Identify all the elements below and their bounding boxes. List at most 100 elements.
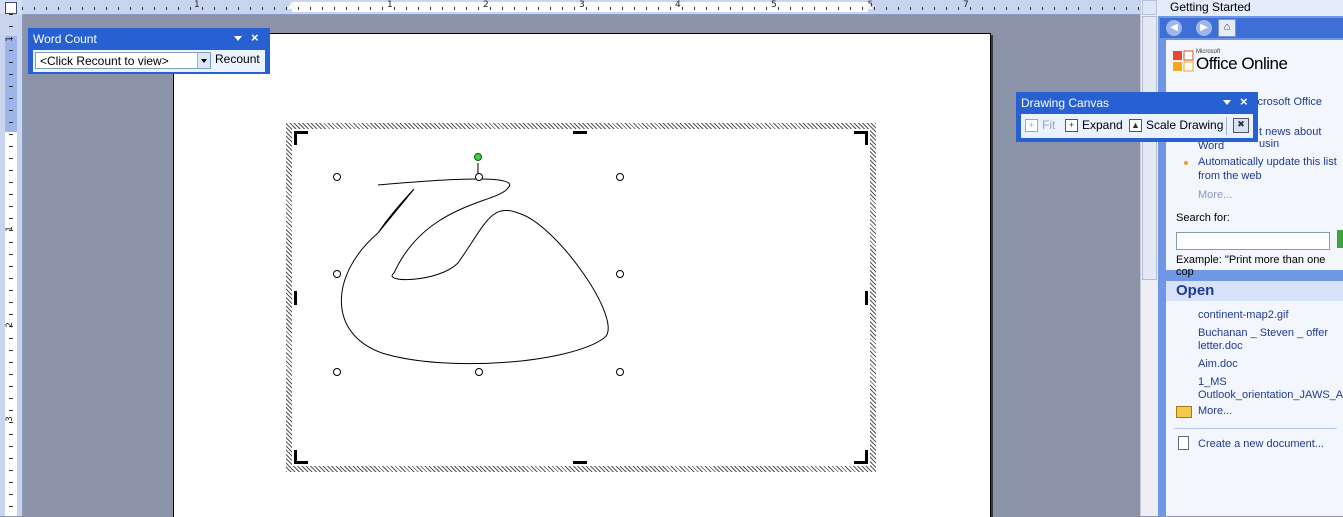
link-auto-update-2[interactable]: from the web xyxy=(1198,170,1262,182)
recent-file[interactable]: Buchanan _ Steven _ offer xyxy=(1198,327,1328,339)
scale-drawing-icon: ▲ xyxy=(1129,119,1142,132)
forward-icon[interactable]: ▶ xyxy=(1196,20,1212,36)
vertical-ruler[interactable]: 1 1 2 3 xyxy=(0,14,23,516)
search-input[interactable] xyxy=(1176,232,1330,250)
more-files-link[interactable]: More... xyxy=(1198,405,1232,417)
ruler-tick xyxy=(46,7,47,10)
ruler-tick xyxy=(9,14,13,15)
ruler-tick xyxy=(9,470,13,471)
ruler-tick xyxy=(202,7,203,10)
ruler-tick xyxy=(9,254,13,255)
ruler-tick xyxy=(9,86,13,87)
scroll-up-button[interactable] xyxy=(1142,0,1157,15)
close-icon[interactable]: × xyxy=(1240,94,1248,109)
selection-handle[interactable] xyxy=(333,173,341,181)
fit-icon: + xyxy=(1025,119,1038,132)
ruler-tick xyxy=(9,302,13,303)
link-news-word[interactable]: t news about usin xyxy=(1259,126,1343,150)
ruler-tick xyxy=(9,62,13,63)
text-wrapping-icon[interactable]: ✖ xyxy=(1233,118,1249,133)
ruler-tick xyxy=(598,7,599,10)
ruler-tick xyxy=(9,242,13,243)
ruler-tick xyxy=(142,7,143,10)
selection-handle[interactable] xyxy=(475,173,483,181)
ruler-tick xyxy=(382,7,383,10)
selection-handle[interactable] xyxy=(616,270,624,278)
ruler-tick xyxy=(9,338,13,339)
ruler-tick xyxy=(34,7,35,10)
ruler-tick xyxy=(9,98,13,99)
link-auto-update[interactable]: Automatically update this list xyxy=(1198,156,1337,168)
selection-handle[interactable] xyxy=(333,270,341,278)
ruler-tick xyxy=(838,7,839,10)
link-microsoft-office[interactable]: icrosoft Office xyxy=(1255,96,1322,108)
ruler-tick xyxy=(886,7,887,10)
search-go-button[interactable] xyxy=(1337,230,1343,248)
back-icon[interactable]: ◀ xyxy=(1166,20,1182,36)
selection-handle[interactable] xyxy=(616,368,624,376)
task-pane-title[interactable]: Getting Started xyxy=(1158,0,1343,16)
recent-file[interactable]: 1_MS xyxy=(1198,376,1227,388)
ruler-tick xyxy=(490,7,491,10)
link-more[interactable]: More... xyxy=(1198,189,1232,201)
ruler-tick xyxy=(910,7,911,10)
toolbar-options-icon[interactable] xyxy=(1223,100,1231,105)
recent-file[interactable]: continent-map2.gif xyxy=(1198,309,1289,321)
ruler-tick xyxy=(418,7,419,10)
ruler-tick xyxy=(94,7,95,10)
toolbar-options-icon[interactable] xyxy=(234,36,242,41)
rotation-handle[interactable] xyxy=(474,153,482,161)
ruler-tick xyxy=(370,7,371,10)
word-count-toolbar[interactable]: Word Count × <Click Recount to view> Rec… xyxy=(28,28,270,74)
selection-handle[interactable] xyxy=(475,368,483,376)
ruler-tick xyxy=(9,134,13,135)
drawing-canvas-title: Drawing Canvas xyxy=(1021,96,1110,110)
ruler-tick xyxy=(9,362,13,363)
ruler-tick xyxy=(1018,7,1019,10)
scale-drawing-button[interactable]: Scale Drawing xyxy=(1146,118,1223,132)
ruler-tick xyxy=(58,7,59,10)
ruler-tick xyxy=(130,7,131,10)
ruler-tick xyxy=(1090,7,1091,10)
ruler-tick xyxy=(406,7,407,10)
scroll-thumb[interactable] xyxy=(1142,16,1157,280)
ruler-tick xyxy=(178,7,179,10)
ruler-tick xyxy=(754,7,755,10)
ruler-tick xyxy=(466,7,467,10)
ruler-tick xyxy=(1102,7,1103,10)
ruler-tick xyxy=(610,7,611,10)
right-indent-marker[interactable] xyxy=(863,2,873,9)
left-indent-marker[interactable] xyxy=(287,2,297,9)
selection-handle[interactable] xyxy=(333,368,341,376)
selection-handle[interactable] xyxy=(616,173,624,181)
word-count-combo[interactable]: <Click Recount to view> xyxy=(35,52,211,69)
office-online-logo[interactable]: Microsoft Office Online xyxy=(1172,46,1332,78)
recent-file[interactable]: Aim.doc xyxy=(1198,358,1238,370)
ruler-tick xyxy=(718,7,719,10)
ruler-tick xyxy=(1078,7,1079,10)
create-new-document-link[interactable]: Create a new document... xyxy=(1198,438,1324,450)
drawing-canvas[interactable] xyxy=(286,123,876,472)
recent-file[interactable]: letter.doc xyxy=(1198,340,1243,352)
drawing-canvas-toolbar[interactable]: Drawing Canvas × + Fit + Expand ▲ Scale … xyxy=(1016,92,1258,142)
ruler-tick xyxy=(9,350,13,351)
horizontal-ruler[interactable]: 1 1 2 3 4 5 6 7 xyxy=(22,0,1140,15)
recount-button[interactable]: Recount xyxy=(215,52,260,66)
recent-file[interactable]: Outlook_orientation_JAWS_Ar xyxy=(1198,389,1343,401)
tab-selector[interactable] xyxy=(0,0,23,15)
ruler-tick xyxy=(9,194,13,195)
ruler-number: 4 xyxy=(675,0,681,10)
ruler-tick xyxy=(9,422,13,423)
expand-button[interactable]: Expand xyxy=(1082,118,1123,132)
new-document-icon xyxy=(1178,436,1189,450)
fit-button[interactable]: Fit xyxy=(1042,118,1055,132)
ruler-tick xyxy=(826,7,827,10)
vertical-scrollbar[interactable] xyxy=(1140,0,1158,516)
freeform-shape[interactable] xyxy=(286,123,876,472)
home-icon[interactable]: ⌂ xyxy=(1218,19,1236,37)
ruler-number: 1 xyxy=(4,36,15,42)
chevron-down-icon[interactable] xyxy=(197,53,210,68)
close-icon[interactable]: × xyxy=(251,30,259,45)
ruler-tick xyxy=(1054,7,1055,10)
ruler-tick xyxy=(9,374,13,375)
